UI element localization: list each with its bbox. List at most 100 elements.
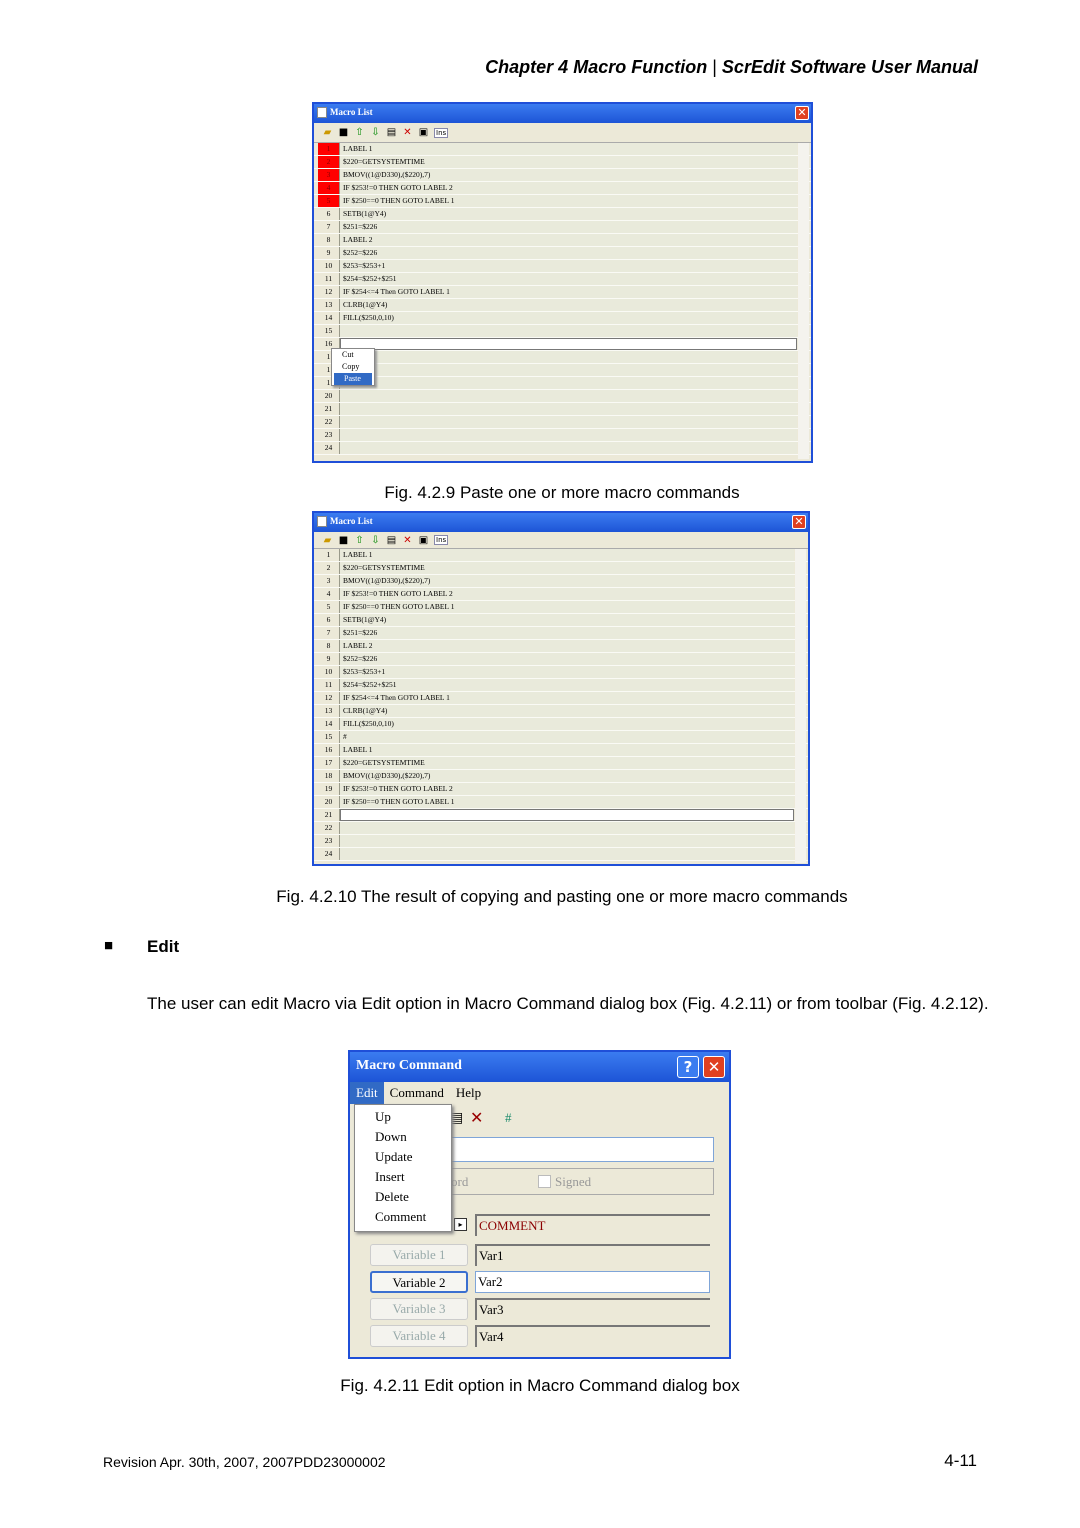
delete-icon[interactable]: ✕ <box>402 535 413 546</box>
row-number[interactable]: 6 <box>318 614 340 626</box>
macro-row[interactable]: 20 IF $250==0 THEN GOTO LABEL 1 <box>314 796 808 809</box>
row-code[interactable] <box>340 390 797 402</box>
row-code[interactable]: IF $250==0 THEN GOTO LABEL 1 <box>340 195 797 207</box>
row-code[interactable] <box>340 822 794 834</box>
row-number[interactable]: 9 <box>318 247 340 259</box>
row-number[interactable]: 4 <box>318 182 340 194</box>
row-number[interactable]: 15 <box>318 325 340 337</box>
up-arrow-icon[interactable]: ⇧ <box>354 535 365 546</box>
macro-row[interactable]: 4 IF $253!=0 THEN GOTO LABEL 2 <box>314 588 808 601</box>
macro-row[interactable]: 1 <box>314 377 811 390</box>
row-number[interactable]: 13 <box>318 705 340 717</box>
row-number[interactable]: 21 <box>318 403 340 415</box>
row-code[interactable]: IF $253!=0 THEN GOTO LABEL 2 <box>340 182 797 194</box>
row-code[interactable]: $220=GETSYSTEMTIME <box>340 562 794 574</box>
macro-row[interactable]: 1 LABEL 1 <box>314 549 808 562</box>
variable-4-field[interactable]: Var4 <box>475 1325 710 1347</box>
macro-row[interactable]: 6 SETB(1@Y4) <box>314 614 808 627</box>
close-button[interactable]: ✕ <box>703 1056 725 1078</box>
macro-row[interactable]: 12 IF $254<=4 Then GOTO LABEL 1 <box>314 286 811 299</box>
context-menu-cut[interactable]: Cut <box>332 349 374 361</box>
row-number[interactable]: 9 <box>318 653 340 665</box>
hash-icon[interactable]: # <box>505 1110 512 1126</box>
macro-row[interactable]: 10 $253=$253+1 <box>314 260 811 273</box>
update-icon[interactable]: ▤ <box>386 127 397 138</box>
help-button[interactable]: ? <box>677 1056 699 1078</box>
row-code[interactable]: IF $253!=0 THEN GOTO LABEL 2 <box>340 588 794 600</box>
row-number[interactable]: 24 <box>318 442 340 454</box>
row-number[interactable]: 20 <box>318 796 340 808</box>
macro-row[interactable]: 21 <box>314 809 808 822</box>
insert-button[interactable]: Ins <box>434 127 449 138</box>
row-code[interactable]: IF $250==0 THEN GOTO LABEL 1 <box>340 601 794 613</box>
row-code[interactable]: LABEL 2 <box>340 640 794 652</box>
row-number[interactable]: 14 <box>318 718 340 730</box>
row-code[interactable]: BMOV((1@D330),($220),7) <box>340 575 794 587</box>
close-button[interactable]: ✕ <box>792 515 806 529</box>
row-code[interactable]: SETB(1@Y4) <box>340 208 797 220</box>
row-number[interactable]: 7 <box>318 221 340 233</box>
down-arrow-icon[interactable]: ⇩ <box>370 127 381 138</box>
row-number[interactable]: 22 <box>318 822 340 834</box>
macro-row[interactable]: 8 LABEL 2 <box>314 640 808 653</box>
row-number[interactable]: 10 <box>318 666 340 678</box>
row-code[interactable]: FILL($250,0,10) <box>340 312 797 324</box>
row-number[interactable]: 13 <box>318 299 340 311</box>
row-number[interactable]: 5 <box>318 601 340 613</box>
row-code[interactable]: $220=GETSYSTEMTIME <box>340 757 794 769</box>
variable-3-button[interactable]: Variable 3 <box>370 1298 468 1320</box>
row-number[interactable]: 23 <box>318 835 340 847</box>
menu-command[interactable]: Command <box>384 1085 450 1101</box>
row-number[interactable]: 1 <box>318 549 340 561</box>
variable-2-button[interactable]: Variable 2 <box>370 1271 468 1293</box>
macro-row[interactable]: 1 <box>314 351 811 364</box>
row-code[interactable] <box>340 835 794 847</box>
row-code[interactable]: LABEL 1 <box>340 549 794 561</box>
macro-row[interactable]: 18 BMOV((1@D330),($220),7) <box>314 770 808 783</box>
macro-row[interactable]: 20 <box>314 390 811 403</box>
context-menu-copy[interactable]: Copy <box>332 361 374 373</box>
macro-row[interactable]: 10 $253=$253+1 <box>314 666 808 679</box>
macro-row[interactable]: 8 LABEL 2 <box>314 234 811 247</box>
macro-row[interactable]: 22 <box>314 822 808 835</box>
row-code[interactable]: LABEL 2 <box>340 234 797 246</box>
menu-edit[interactable]: Edit <box>350 1082 384 1104</box>
macro-row[interactable]: 15 # <box>314 731 808 744</box>
macro-row[interactable]: 2 $220=GETSYSTEMTIME <box>314 156 811 169</box>
row-code[interactable]: $253=$253+1 <box>340 666 794 678</box>
scrollbar[interactable] <box>798 143 809 459</box>
row-code[interactable]: $254=$252+$251 <box>340 679 794 691</box>
row-number[interactable]: 14 <box>318 312 340 324</box>
row-number[interactable]: 22 <box>318 416 340 428</box>
comment-icon[interactable]: ▣ <box>418 127 429 138</box>
macro-row[interactable]: 2 $220=GETSYSTEMTIME <box>314 562 808 575</box>
row-code[interactable]: IF $254<=4 Then GOTO LABEL 1 <box>340 286 797 298</box>
row-code[interactable]: $252=$226 <box>340 247 797 259</box>
macro-row[interactable]: 7 $251=$226 <box>314 627 808 640</box>
macro-row[interactable]: 5 IF $250==0 THEN GOTO LABEL 1 <box>314 601 808 614</box>
signed-checkbox[interactable] <box>538 1175 551 1188</box>
row-code[interactable]: SETB(1@Y4) <box>340 614 794 626</box>
row-number[interactable]: 12 <box>318 692 340 704</box>
row-code[interactable]: $254=$252+$251 <box>340 273 797 285</box>
expand-arrow-icon[interactable]: ▸ <box>454 1218 467 1231</box>
macro-row[interactable]: 11 $254=$252+$251 <box>314 679 808 692</box>
edit-menu-insert[interactable]: Insert <box>355 1168 451 1188</box>
macro-row[interactable]: 11 $254=$252+$251 <box>314 273 811 286</box>
scrollbar[interactable] <box>795 549 806 863</box>
macro-row[interactable]: 19 IF $253!=0 THEN GOTO LABEL 2 <box>314 783 808 796</box>
macro-row[interactable]: 17 $220=GETSYSTEMTIME <box>314 757 808 770</box>
macro-row[interactable]: 21 <box>314 403 811 416</box>
row-number[interactable]: 3 <box>318 575 340 587</box>
row-number[interactable]: 21 <box>318 809 340 821</box>
row-number[interactable]: 11 <box>318 273 340 285</box>
row-code[interactable] <box>340 364 797 376</box>
row-number[interactable]: 6 <box>318 208 340 220</box>
edit-menu-up[interactable]: Up <box>355 1108 451 1128</box>
macro-row[interactable]: 3 BMOV((1@D330),($220),7) <box>314 169 811 182</box>
macro-row[interactable]: 13 CLRB(1@Y4) <box>314 299 811 312</box>
row-number[interactable]: 16 <box>318 744 340 756</box>
row-code[interactable] <box>340 442 797 454</box>
row-number[interactable]: 2 <box>318 562 340 574</box>
row-number[interactable]: 11 <box>318 679 340 691</box>
